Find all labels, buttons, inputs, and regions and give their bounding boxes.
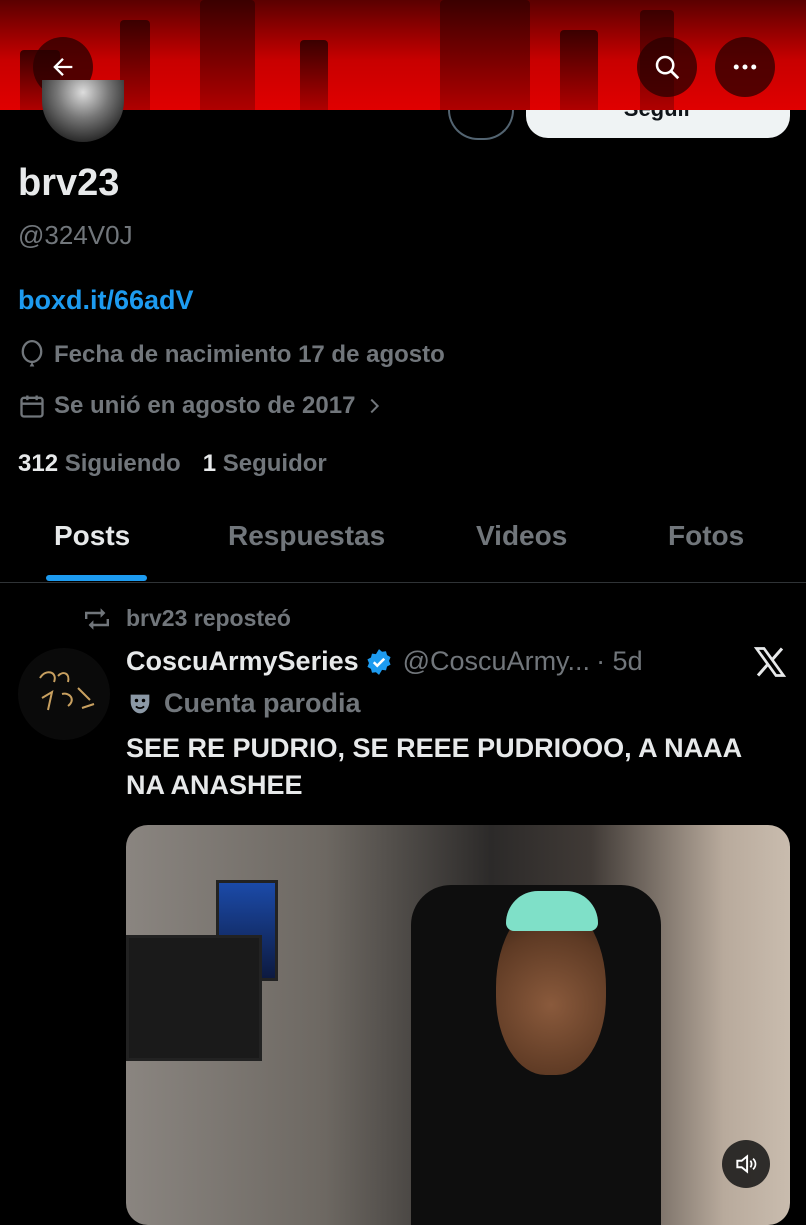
followers-count-link[interactable]: 1 Seguidor: [203, 450, 327, 478]
parody-label-row: Cuenta parodia: [126, 688, 361, 719]
x-logo-icon: [753, 647, 787, 677]
birthday-text: Fecha de nacimiento 17 de agosto: [54, 341, 445, 368]
speaker-muted-icon: [736, 1154, 757, 1174]
followers-label: Seguidor: [222, 450, 327, 477]
post-time[interactable]: · 5d: [596, 646, 643, 677]
following-count-link[interactable]: 312 Siguiendo: [18, 450, 181, 478]
tab-respuestas[interactable]: Respuestas: [228, 520, 385, 552]
search-icon: [655, 55, 680, 80]
post-video[interactable]: [126, 825, 790, 1225]
calendar-icon: [20, 395, 44, 418]
green-hair-print: [506, 891, 598, 931]
birthday-row: Fecha de nacimiento 17 de agosto: [18, 340, 445, 370]
more-dots-icon: [733, 64, 757, 70]
tab-fotos[interactable]: Fotos: [668, 520, 744, 552]
repost-indicator[interactable]: brv23 reposteó: [82, 605, 291, 632]
message-button[interactable]: [448, 110, 514, 140]
follow-button-label: Seguir: [526, 110, 790, 122]
post-author-name[interactable]: CoscuArmySeries: [126, 646, 359, 677]
joined-text: Se unió en agosto de 2017: [54, 392, 356, 419]
verified-badge-icon: [367, 648, 391, 675]
following-count: 312: [18, 450, 59, 477]
joined-row[interactable]: Se unió en agosto de 2017: [18, 392, 393, 420]
post-author-avatar[interactable]: [18, 648, 110, 740]
post-author-handle[interactable]: @CoscuArmy...: [403, 646, 590, 677]
chevron-right-icon: [370, 398, 380, 414]
follow-counts: 312 Siguiendo 1 Seguidor: [18, 450, 327, 478]
tab-posts[interactable]: Posts: [54, 520, 130, 552]
theater-mask-icon: [130, 694, 150, 713]
profile-handle: @324V0J: [18, 220, 133, 250]
repost-label: brv23 reposteó: [126, 605, 291, 631]
followers-count: 1: [202, 450, 217, 477]
parody-label: Cuenta parodia: [164, 688, 361, 718]
balloon-icon: [21, 340, 43, 367]
volume-toggle-button[interactable]: [722, 1140, 770, 1188]
profile-avatar[interactable]: [42, 80, 124, 142]
search-button[interactable]: [637, 37, 697, 97]
repost-icon: [85, 607, 109, 630]
profile-display-name: brv23: [18, 162, 120, 204]
follow-button[interactable]: Seguir: [526, 110, 790, 138]
following-label: Siguiendo: [64, 450, 181, 477]
post-header: CoscuArmySeries @CoscuArmy... · 5d: [126, 646, 643, 677]
coscu-army-logo: [39, 671, 95, 711]
profile-link[interactable]: boxd.it/66adV: [18, 285, 194, 316]
post-text[interactable]: SEE RE PUDRIO, SE REEE PUDRIOOO, A NAAA …: [126, 730, 766, 804]
arrow-left-icon: [53, 58, 73, 76]
active-tab-indicator: [46, 575, 147, 581]
tab-videos[interactable]: Videos: [476, 520, 567, 552]
more-button[interactable]: [715, 37, 775, 97]
profile-tabs: Posts Respuestas Videos Fotos: [0, 500, 806, 583]
